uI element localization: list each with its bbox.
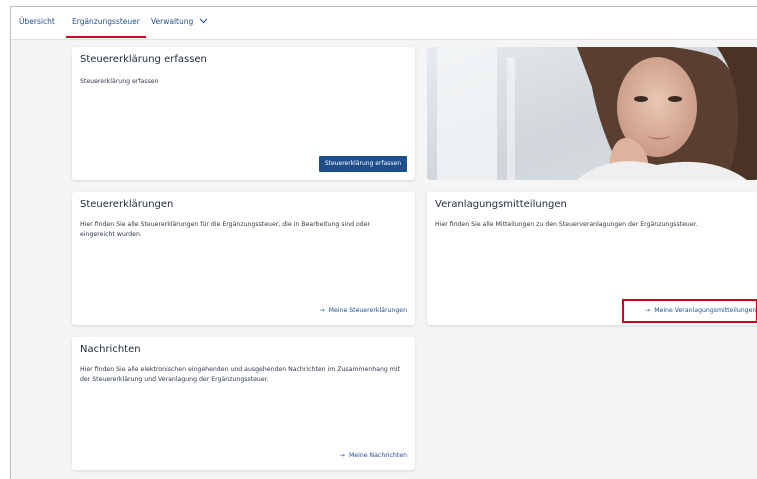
card-title: Steuererklärungen — [80, 199, 174, 210]
card-text: Hier finden Sie alle Mitteilungen zu den… — [435, 221, 698, 228]
tab-uebersicht[interactable]: Übersicht — [13, 7, 61, 38]
card-steuererklaerungen: Steuererklärungen Hier finden Sie alle S… — [72, 192, 415, 325]
link-label: Meine Steuererklärungen — [328, 307, 407, 314]
card-veranlagungsmitteilungen: Veranlagungsmitteilungen Hier finden Sie… — [427, 192, 757, 325]
card-text: Hier finden Sie alle Steuererklärungen f… — [80, 221, 371, 238]
tab-bar: Übersicht Ergänzungssteuer Verwaltung — [11, 7, 757, 40]
tab-label: Verwaltung — [151, 17, 194, 26]
steuererklaerung-erfassen-button[interactable]: Steuererklärung erfassen — [318, 156, 407, 172]
meine-nachrichten-link[interactable]: → Meine Nachrichten — [340, 452, 407, 459]
card-nachrichten: Nachrichten Hier finden Sie alle elektro… — [72, 337, 415, 470]
hero-image — [427, 47, 757, 180]
highlight-box — [622, 299, 757, 323]
card-text: Steuererklärung erfassen — [80, 78, 159, 85]
card-title: Veranlagungsmitteilungen — [435, 199, 567, 210]
tab-verwaltung[interactable]: Verwaltung — [145, 7, 214, 38]
tab-label: Ergänzungssteuer — [72, 17, 140, 26]
app-window: Übersicht Ergänzungssteuer Verwaltung St… — [10, 6, 757, 479]
card-text: Hier finden Sie alle elektronischen eing… — [80, 366, 400, 383]
card-title: Steuererklärung erfassen — [80, 54, 207, 65]
link-label: Meine Nachrichten — [348, 452, 407, 459]
card-steuererklaerung-erfassen: Steuererklärung erfassen Steuererklärung… — [72, 47, 415, 180]
arrow-right-icon: → — [339, 452, 345, 459]
card-title: Nachrichten — [80, 344, 141, 355]
chevron-down-icon — [199, 17, 208, 26]
arrow-right-icon: → — [319, 307, 325, 314]
tab-label: Übersicht — [19, 17, 55, 26]
tab-ergaenzungssteuer[interactable]: Ergänzungssteuer — [66, 7, 146, 38]
meine-steuererklaerungen-link[interactable]: → Meine Steuererklärungen — [319, 307, 407, 314]
